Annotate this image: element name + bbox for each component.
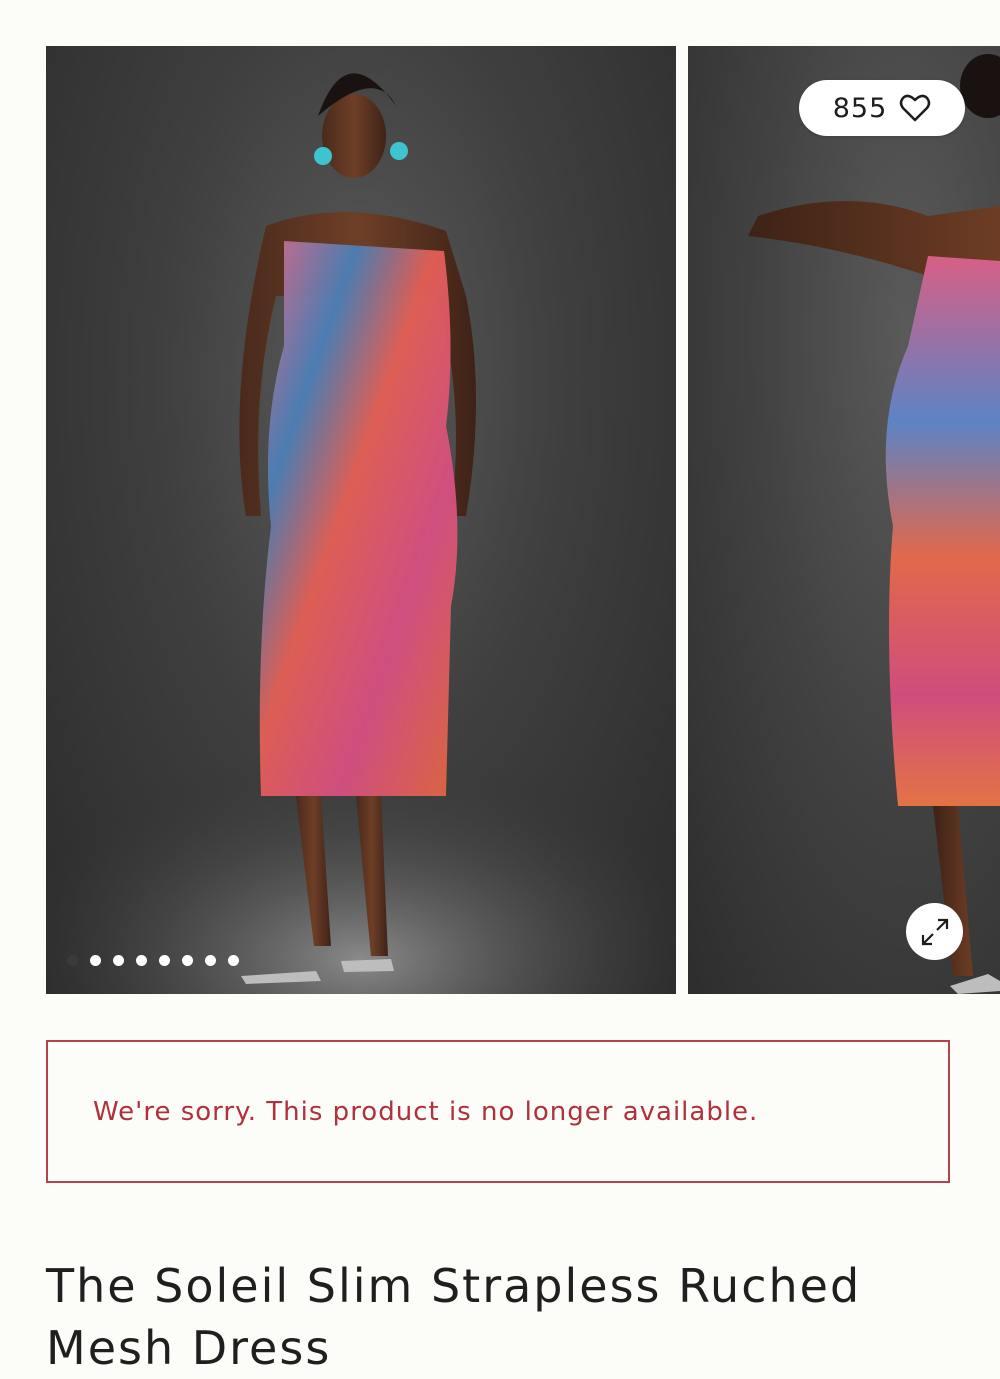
carousel-dot-3[interactable] (113, 955, 124, 966)
favorite-count: 855 (832, 92, 888, 124)
product-title: The Soleil Slim Strapless Ruched Mesh Dr… (46, 1259, 862, 1375)
heart-outline-icon (900, 94, 931, 122)
carousel-dot-2[interactable] (90, 955, 101, 966)
unavailable-alert-message: We're sorry. This product is no longer a… (93, 1096, 759, 1127)
product-image-front[interactable] (46, 46, 676, 994)
expand-image-button[interactable] (906, 903, 963, 960)
carousel-dot-5[interactable] (159, 955, 170, 966)
carousel-pagination (67, 955, 239, 966)
expand-arrows-icon (921, 918, 948, 945)
carousel-dot-6[interactable] (182, 955, 193, 966)
carousel-dot-8[interactable] (228, 955, 239, 966)
product-image-back[interactable] (688, 46, 1000, 994)
carousel-dot-4[interactable] (136, 955, 147, 966)
favorite-button[interactable]: 855 (799, 80, 965, 136)
carousel-dot-7[interactable] (205, 955, 216, 966)
carousel-dot-1[interactable] (67, 955, 78, 966)
product-image-gallery[interactable]: 855 (0, 0, 1000, 1000)
unavailable-alert: We're sorry. This product is no longer a… (46, 1040, 950, 1183)
